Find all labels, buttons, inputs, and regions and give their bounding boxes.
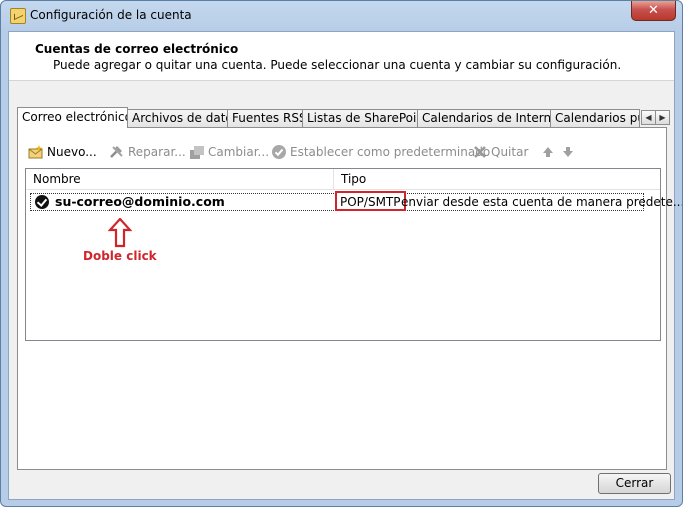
toolbar: Nuevo... Reparar... Cambiar... Establece…	[26, 142, 658, 162]
arrow-down-icon	[563, 147, 573, 157]
new-mail-icon	[28, 145, 43, 159]
repair-label: Reparar...	[128, 145, 186, 159]
header-title: Cuentas de correo electrónico	[35, 42, 239, 56]
window-close-button[interactable]: ✕	[631, 1, 676, 21]
title-bar[interactable]: Configuración de la cuenta ✕	[1, 1, 682, 31]
tab-data-files[interactable]: Archivos de datos	[127, 109, 228, 127]
tab-scroll-right-icon[interactable]: ▶	[655, 110, 670, 125]
tab-sharepoint-lists[interactable]: Listas de SharePoint	[302, 109, 418, 127]
column-header-type[interactable]: Tipo	[341, 172, 366, 186]
new-account-label: Nuevo...	[47, 145, 97, 159]
tab-email[interactable]: Correo electrónico	[17, 107, 128, 128]
list-header: Nombre Tipo	[26, 169, 660, 190]
account-type-highlight: POP/SMTP	[335, 191, 406, 211]
tab-internet-calendars[interactable]: Calendarios de Internet	[417, 109, 551, 127]
mail-envelope-icon	[10, 8, 26, 24]
dialog-client-area: Cuentas de correo electrónico Puede agre…	[8, 31, 682, 500]
arrow-up-icon	[543, 147, 553, 157]
header-description: Puede agregar o quitar una cuenta. Puede…	[53, 58, 622, 72]
account-email: su-correo@dominio.com	[55, 194, 225, 209]
email-tab-panel: Nuevo... Reparar... Cambiar... Establece…	[17, 127, 682, 470]
set-default-label: Establecer como predeterminado	[290, 145, 491, 159]
table-row[interactable]: su-correo@dominio.com POP/SMTP enviar de…	[30, 191, 682, 211]
default-account-check-icon	[35, 195, 49, 209]
tab-scroll-left-icon[interactable]: ◀	[641, 110, 656, 125]
remove-label: Quitar	[491, 145, 529, 159]
close-button[interactable]: Cerrar	[598, 473, 671, 494]
remove-x-icon	[474, 146, 486, 158]
check-circle-icon	[272, 145, 286, 159]
column-header-name[interactable]: Nombre	[33, 172, 81, 186]
dialog-header: Cuentas de correo electrónico Puede agre…	[9, 32, 674, 81]
red-up-arrow-icon	[108, 218, 132, 248]
wrench-hammer-icon	[110, 146, 123, 158]
account-settings-window: Configuración de la cuenta ✕ Cuentas de …	[0, 0, 683, 507]
double-click-hint: Doble click	[83, 249, 157, 263]
tab-strip: Correo electrónico Archivos de datos Fue…	[17, 107, 670, 128]
window-title: Configuración de la cuenta	[30, 8, 192, 22]
column-separator[interactable]	[333, 169, 334, 189]
accounts-list[interactable]: Nombre Tipo su-correo@dominio.com POP/SM…	[25, 168, 682, 341]
account-description: enviar desde esta cuenta de manera prede…	[401, 195, 683, 209]
tab-published-calendars[interactable]: Calendarios publicados	[550, 109, 640, 127]
change-settings-icon	[190, 146, 204, 159]
tab-rss-feeds[interactable]: Fuentes RSS	[227, 109, 303, 127]
change-label: Cambiar...	[208, 145, 270, 159]
